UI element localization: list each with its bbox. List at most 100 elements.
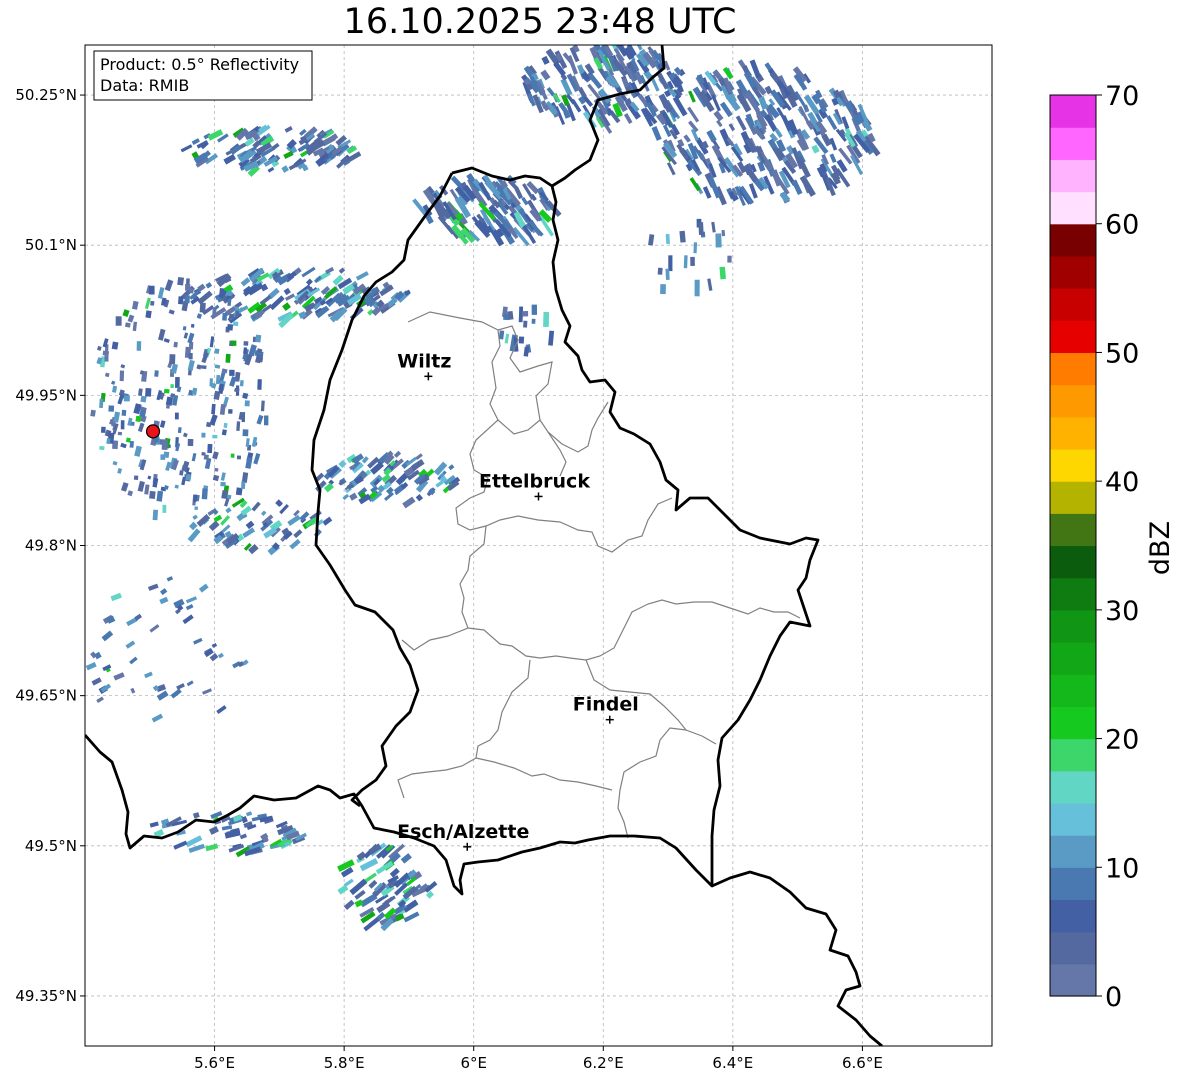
colorbar-tick-label: 30 xyxy=(1105,596,1139,627)
echo-cell xyxy=(503,313,509,321)
echo-cell xyxy=(225,353,231,363)
echo-cell xyxy=(531,304,538,315)
colorbar-segment xyxy=(1050,738,1096,772)
echo-cell xyxy=(231,340,237,346)
colorbar-segment xyxy=(1050,223,1096,257)
colorbar-segment xyxy=(1050,931,1096,965)
echo-cell xyxy=(161,439,168,450)
colorbar-segment xyxy=(1050,577,1096,611)
echo-cell xyxy=(190,323,195,328)
echo-cell xyxy=(227,324,234,331)
echo-cell xyxy=(135,415,142,423)
echo-cell xyxy=(721,229,726,237)
echo-cell xyxy=(215,374,221,385)
echo-cell xyxy=(715,233,722,248)
echo-cell xyxy=(102,350,110,356)
echo-cell xyxy=(140,395,147,403)
echo-cell xyxy=(120,420,125,430)
colorbar-segment xyxy=(1050,674,1096,707)
colorbar-segment xyxy=(1050,706,1096,740)
echo-cell xyxy=(115,316,122,326)
echo-cell xyxy=(136,341,142,351)
colorbar-segment xyxy=(1050,288,1096,321)
echo-cell xyxy=(201,365,207,369)
echo-cell xyxy=(531,318,536,324)
echo-cell xyxy=(184,295,190,304)
y-tick-label: 49.8°N xyxy=(25,537,77,555)
info-data-source: Data: RMIB xyxy=(100,76,189,95)
echo-cell xyxy=(145,310,152,319)
echo-cell xyxy=(199,302,206,313)
echo-cell xyxy=(121,409,127,416)
echo-cell xyxy=(133,475,139,480)
echo-cell xyxy=(101,426,106,433)
y-tick-label: 49.95°N xyxy=(15,386,77,404)
echo-cell xyxy=(665,233,670,245)
colorbar-segment xyxy=(1050,835,1096,868)
colorbar-segment xyxy=(1050,320,1096,354)
echo-cell xyxy=(660,284,666,295)
x-tick-label: 5.6°E xyxy=(194,1054,235,1072)
echo-cell xyxy=(679,230,686,243)
echo-cell xyxy=(148,285,155,295)
colorbar-segment xyxy=(1050,255,1096,289)
colorbar-tick-label: 60 xyxy=(1105,210,1139,241)
echo-cell xyxy=(727,255,732,263)
x-tick-label: 5.8°E xyxy=(324,1054,365,1072)
echo-cell xyxy=(188,352,193,360)
echo-cell xyxy=(123,395,130,402)
echo-cell xyxy=(236,421,241,431)
echo-cell xyxy=(239,380,244,387)
echo-cell xyxy=(694,279,700,297)
echo-cell xyxy=(152,509,159,521)
colorbar-segment xyxy=(1050,867,1096,901)
echo-cell xyxy=(201,432,206,438)
colorbar-label: dBZ xyxy=(1145,521,1176,575)
echo-cell xyxy=(111,341,119,350)
colorbar-segment xyxy=(1050,416,1096,450)
colorbar-tick-label: 10 xyxy=(1105,853,1139,884)
echo-cell xyxy=(207,443,213,454)
echo-cell xyxy=(173,341,178,348)
colorbar-segment xyxy=(1050,642,1096,675)
echo-cell xyxy=(232,321,239,327)
echo-cell xyxy=(177,277,185,286)
echo-cell xyxy=(242,429,249,437)
echo-cell xyxy=(683,255,688,269)
echo-cell xyxy=(209,378,213,387)
y-tick-label: 49.5°N xyxy=(25,837,77,855)
colorbar: 0 10 20 30 40 50 60 70 xyxy=(1049,81,1139,1013)
echo-cell xyxy=(124,322,131,328)
echo-cell xyxy=(185,283,191,291)
colorbar-tick-label: 50 xyxy=(1105,338,1139,369)
colorbar-segment xyxy=(1050,963,1096,997)
echo-cell xyxy=(174,412,179,420)
colorbar-segment xyxy=(1050,802,1096,836)
x-tick-label: 6.2°E xyxy=(583,1054,624,1072)
colorbar-tick-label: 70 xyxy=(1105,81,1139,112)
echo-cell xyxy=(518,336,525,344)
echo-cell xyxy=(263,415,269,426)
echo-cell xyxy=(690,256,695,266)
y-tick-label: 50.1°N xyxy=(25,236,77,254)
echo-cell xyxy=(236,455,242,460)
echo-cell xyxy=(90,409,96,417)
echo-cell xyxy=(220,482,226,487)
echo-cell xyxy=(235,310,240,318)
echo-cell xyxy=(212,434,218,439)
echo-cell xyxy=(229,369,235,376)
echo-cell xyxy=(99,445,105,451)
info-product: Product: 0.5° Reflectivity xyxy=(100,55,299,74)
echo-cell xyxy=(243,341,249,346)
y-tick-label: 50.25°N xyxy=(15,86,77,104)
echo-cell xyxy=(178,296,184,305)
colorbar-tick-label: 20 xyxy=(1105,725,1139,756)
city-label: Ettelbruck xyxy=(479,470,590,492)
echo-cell xyxy=(182,326,187,331)
x-tick-label: 6°E xyxy=(460,1054,487,1072)
echo-cell xyxy=(228,409,233,414)
echo-cell xyxy=(177,427,182,434)
echo-cell xyxy=(212,308,217,315)
city-label: Esch/Alzette xyxy=(397,821,529,843)
echo-cell xyxy=(162,504,167,513)
